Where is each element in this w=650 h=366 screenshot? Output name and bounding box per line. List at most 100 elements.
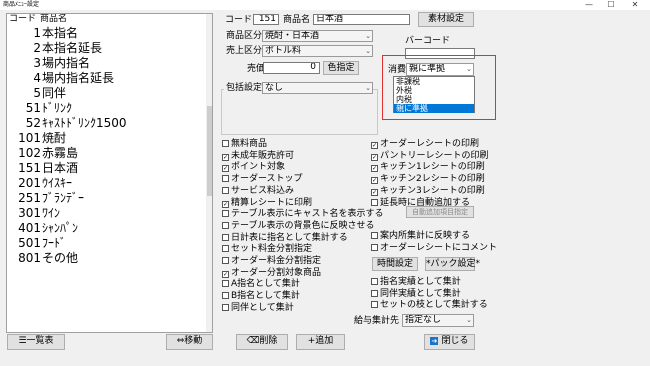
checkbox-checked-icon[interactable]: ✓ <box>371 153 378 161</box>
checkbox-checks-right-bottom[interactable]: セットの枝として集計する <box>371 300 488 311</box>
salary-select[interactable]: 指定なし ⌄ <box>402 314 474 327</box>
list-scrollbar[interactable] <box>206 14 212 332</box>
checkbox-empty-icon[interactable] <box>371 289 378 297</box>
checkbox-checks-left[interactable]: 日計表に指名として集計する <box>222 233 348 244</box>
checkbox-checked-icon[interactable]: ✓ <box>371 188 378 196</box>
checkbox-checks-left[interactable]: ✓ ポイント対象 <box>222 162 285 173</box>
checkbox-empty-icon[interactable] <box>222 140 229 147</box>
list-item[interactable]: 101 焼酎 <box>7 131 206 146</box>
checkbox-checks-left[interactable]: ✓ 精算レシートに印刷 <box>222 198 312 209</box>
list-item[interactable]: 52 ｷｬｽﾄﾄﾞﾘﾝｸ1500 <box>7 116 206 131</box>
checkbox-checks-left[interactable]: オーダー料金分割指定 <box>222 256 321 267</box>
checkbox-label: サービス料込み <box>231 185 295 196</box>
auto-add-items-button[interactable]: 自動追加項目指定 <box>406 206 474 218</box>
list-item[interactable]: 1 本指名 <box>7 26 206 41</box>
checkbox-checks-left[interactable]: テーブル表示の背景色に反映させる <box>222 221 374 232</box>
checkbox-checks-left[interactable]: テーブル表示にキャスト名を表示する <box>222 209 383 220</box>
time-settings-button[interactable]: 時間設定 <box>372 257 418 271</box>
checkbox-checked-icon[interactable]: ✓ <box>222 153 229 161</box>
close-window-button[interactable]: ✕ <box>628 0 642 10</box>
checkbox-checks-left[interactable]: B指名として集計 <box>222 291 300 302</box>
checkbox-empty-icon[interactable] <box>222 303 229 311</box>
checkbox-checked-icon[interactable]: ✓ <box>371 142 378 149</box>
checkbox-empty-icon[interactable] <box>371 278 378 285</box>
checkbox-checks-left[interactable]: ✓ 未成年販売許可 <box>222 151 294 162</box>
list-item[interactable]: 102 赤霧島 <box>7 146 206 161</box>
name-input[interactable]: 日本酒 <box>313 14 410 25</box>
package-select[interactable]: なし ⌄ <box>262 82 373 94</box>
close-button[interactable]: ➜ 閉じる <box>424 334 475 350</box>
checkbox-checks-left[interactable]: 無料商品 <box>222 139 267 150</box>
sales-label: 売上区分 <box>226 46 263 56</box>
name-label: 商品名 <box>283 15 311 25</box>
checkbox-checks-right-bottom[interactable]: 指名実績として集計 <box>371 277 461 288</box>
list-item[interactable]: 501 ﾌｰﾄﾞ <box>7 236 206 251</box>
color-button[interactable]: 色指定 <box>323 61 359 75</box>
price-input[interactable]: 0 <box>263 62 320 74</box>
checkbox-checks-right-top[interactable]: ✓ キッチン3レシートの印刷 <box>371 186 485 197</box>
checkbox-empty-icon[interactable] <box>222 233 229 241</box>
list-table-button[interactable]: ☰一覧表 <box>7 334 65 350</box>
scroll-thumb[interactable] <box>207 106 212 196</box>
checkbox-empty-icon[interactable] <box>222 280 229 288</box>
delete-button[interactable]: ⌫削除 <box>236 334 288 350</box>
checkbox-empty-icon[interactable] <box>222 210 229 218</box>
checkbox-empty-icon[interactable] <box>222 292 229 300</box>
item-code: 301 <box>18 206 41 220</box>
checkbox-checks-left[interactable]: サービス料込み <box>222 186 294 197</box>
list-item[interactable]: 201 ｳｲｽｷｰ <box>7 176 206 191</box>
minimize-button[interactable]: — <box>582 0 596 10</box>
checkbox-checks-right-bottom[interactable]: 同伴実績として集計 <box>371 289 461 300</box>
checkbox-label: セットの枝として集計する <box>380 300 488 311</box>
product-list[interactable]: コード 商品名 1 本指名 2 本指名延長 3 場内指名 4 場内指名延長 5 同伴 51 ﾄﾞﾘﾝｸ… <box>6 13 213 333</box>
item-name: ｼｬﾝﾊﾟﾝ <box>42 221 79 235</box>
checkbox-checks-right-mid[interactable]: オーダーレシートにコメント <box>371 243 497 254</box>
maximize-button[interactable]: ☐ <box>604 0 618 10</box>
list-item[interactable]: 2 本指名延長 <box>7 41 206 56</box>
checkbox-checks-left[interactable]: セット料金分割指定 <box>222 244 312 255</box>
pack-settings-button[interactable]: *パック設定* <box>425 257 480 271</box>
checkbox-checks-right-top[interactable]: ✓ キッチン1レシートの印刷 <box>371 162 485 173</box>
list-item[interactable]: 151 日本酒 <box>7 161 206 176</box>
checkbox-empty-icon[interactable] <box>371 232 378 239</box>
list-item[interactable]: 301 ﾜｲﾝ <box>7 206 206 221</box>
list-item[interactable]: 5 同伴 <box>7 86 206 101</box>
header-name: 商品名 <box>40 14 68 24</box>
move-button[interactable]: ⇔移動 <box>166 334 213 350</box>
checkbox-checks-right-top[interactable]: ✓ パントリーレシートの印刷 <box>371 151 488 162</box>
list-item[interactable]: 251 ﾌﾞﾗﾝﾃﾞｰ <box>7 191 206 206</box>
category-select[interactable]: 焼酎・日本酒 ⌄ <box>262 30 373 42</box>
sales-select[interactable]: ボトル料 ⌄ <box>262 45 373 57</box>
checkbox-checks-left[interactable]: 同伴として集計 <box>222 303 294 314</box>
checkbox-checks-right-top[interactable]: ✓ キッチン2レシートの印刷 <box>371 174 485 185</box>
checkbox-checked-icon[interactable]: ✓ <box>222 165 229 173</box>
checkbox-empty-icon[interactable] <box>222 221 229 229</box>
checkbox-checked-icon[interactable]: ✓ <box>222 200 229 208</box>
code-label: コード <box>225 15 253 25</box>
checkbox-checked-icon[interactable]: ✓ <box>222 270 229 278</box>
checkbox-empty-icon[interactable] <box>371 198 378 206</box>
list-item[interactable]: 51 ﾄﾞﾘﾝｸ <box>7 101 206 116</box>
checkbox-checked-icon[interactable]: ✓ <box>371 165 378 173</box>
checkbox-label: 案内所集計に反映する <box>380 231 471 241</box>
code-input[interactable]: 151 <box>253 14 279 25</box>
checkbox-empty-icon[interactable] <box>222 175 229 183</box>
checkbox-empty-icon[interactable] <box>371 243 378 251</box>
checkbox-empty-icon[interactable] <box>371 301 378 309</box>
checkbox-checks-left[interactable]: オーダーストップ <box>222 174 303 185</box>
checkbox-checks-right-mid[interactable]: 案内所集計に反映する <box>371 231 470 242</box>
add-button[interactable]: +追加 <box>296 334 345 350</box>
checkbox-checks-left[interactable]: A指名として集計 <box>222 279 300 290</box>
list-header: コード 商品名 <box>7 14 212 25</box>
list-item[interactable]: 801 その他 <box>7 251 206 266</box>
checkbox-checked-icon[interactable]: ✓ <box>371 177 378 185</box>
material-settings-button[interactable]: 素材設定 <box>418 12 474 27</box>
list-item[interactable]: 3 場内指名 <box>7 56 206 71</box>
checkbox-checks-right-top[interactable]: ✓ オーダーレシートの印刷 <box>371 139 479 150</box>
list-item[interactable]: 401 ｼｬﾝﾊﾟﾝ <box>7 221 206 236</box>
checkbox-empty-icon[interactable] <box>222 186 229 194</box>
checkbox-empty-icon[interactable] <box>222 245 229 253</box>
list-item[interactable]: 4 場内指名延長 <box>7 71 206 86</box>
checkbox-checks-left[interactable]: ✓ オーダー分割対象商品 <box>222 268 321 279</box>
checkbox-empty-icon[interactable] <box>222 257 229 264</box>
